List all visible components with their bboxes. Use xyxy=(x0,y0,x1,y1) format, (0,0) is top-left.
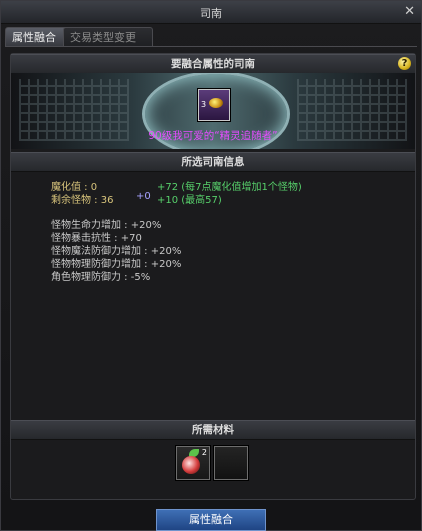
tab-trade-type-change[interactable]: 交易类型变更 xyxy=(63,27,153,47)
material-slot-1[interactable]: 2 xyxy=(176,446,210,480)
remaining-monsters-bonus: +0 xyxy=(136,191,151,202)
item-name: 90级我可爱的“精灵追随者” xyxy=(148,130,278,142)
attribute-fusion-button[interactable]: 属性融合 xyxy=(156,509,266,531)
effect-line: 角色物理防御力 : -5% xyxy=(51,272,151,283)
material-slot-2[interactable] xyxy=(214,446,248,480)
potion-icon xyxy=(182,456,200,474)
title-bar: 司南 ✕ xyxy=(1,1,421,24)
remaining-monsters-gain: +10 (最高57) xyxy=(157,195,222,206)
compass-item-icon xyxy=(209,98,223,108)
item-slot[interactable]: 3 xyxy=(198,89,230,121)
window-title: 司南 xyxy=(200,7,222,20)
info-header: 所选司南信息 xyxy=(11,152,415,172)
target-header: 要融合属性的司南 ? xyxy=(11,54,415,74)
target-header-label: 要融合属性的司南 xyxy=(171,58,255,70)
help-icon[interactable]: ? xyxy=(398,57,411,70)
remaining-monsters-label: 剩余怪物 : 36 xyxy=(51,195,114,206)
main-panel: 要融合属性的司南 ? 3 90级我可爱的“精灵追随者” 所选司南信息 魔化值 :… xyxy=(10,53,416,500)
tab-attribute-fusion[interactable]: 属性融合 xyxy=(5,27,69,47)
divider xyxy=(5,46,417,47)
material-quantity: 2 xyxy=(201,448,207,457)
item-banner: 3 90级我可爱的“精灵追随者” xyxy=(11,73,415,149)
item-slot-badge: 3 xyxy=(201,100,207,109)
window: 司南 ✕ 属性融合 交易类型变更 要融合属性的司南 ? 3 90级我可爱的“精灵… xyxy=(0,0,422,531)
materials-header: 所需材料 xyxy=(11,420,415,440)
close-icon[interactable]: ✕ xyxy=(404,4,415,19)
